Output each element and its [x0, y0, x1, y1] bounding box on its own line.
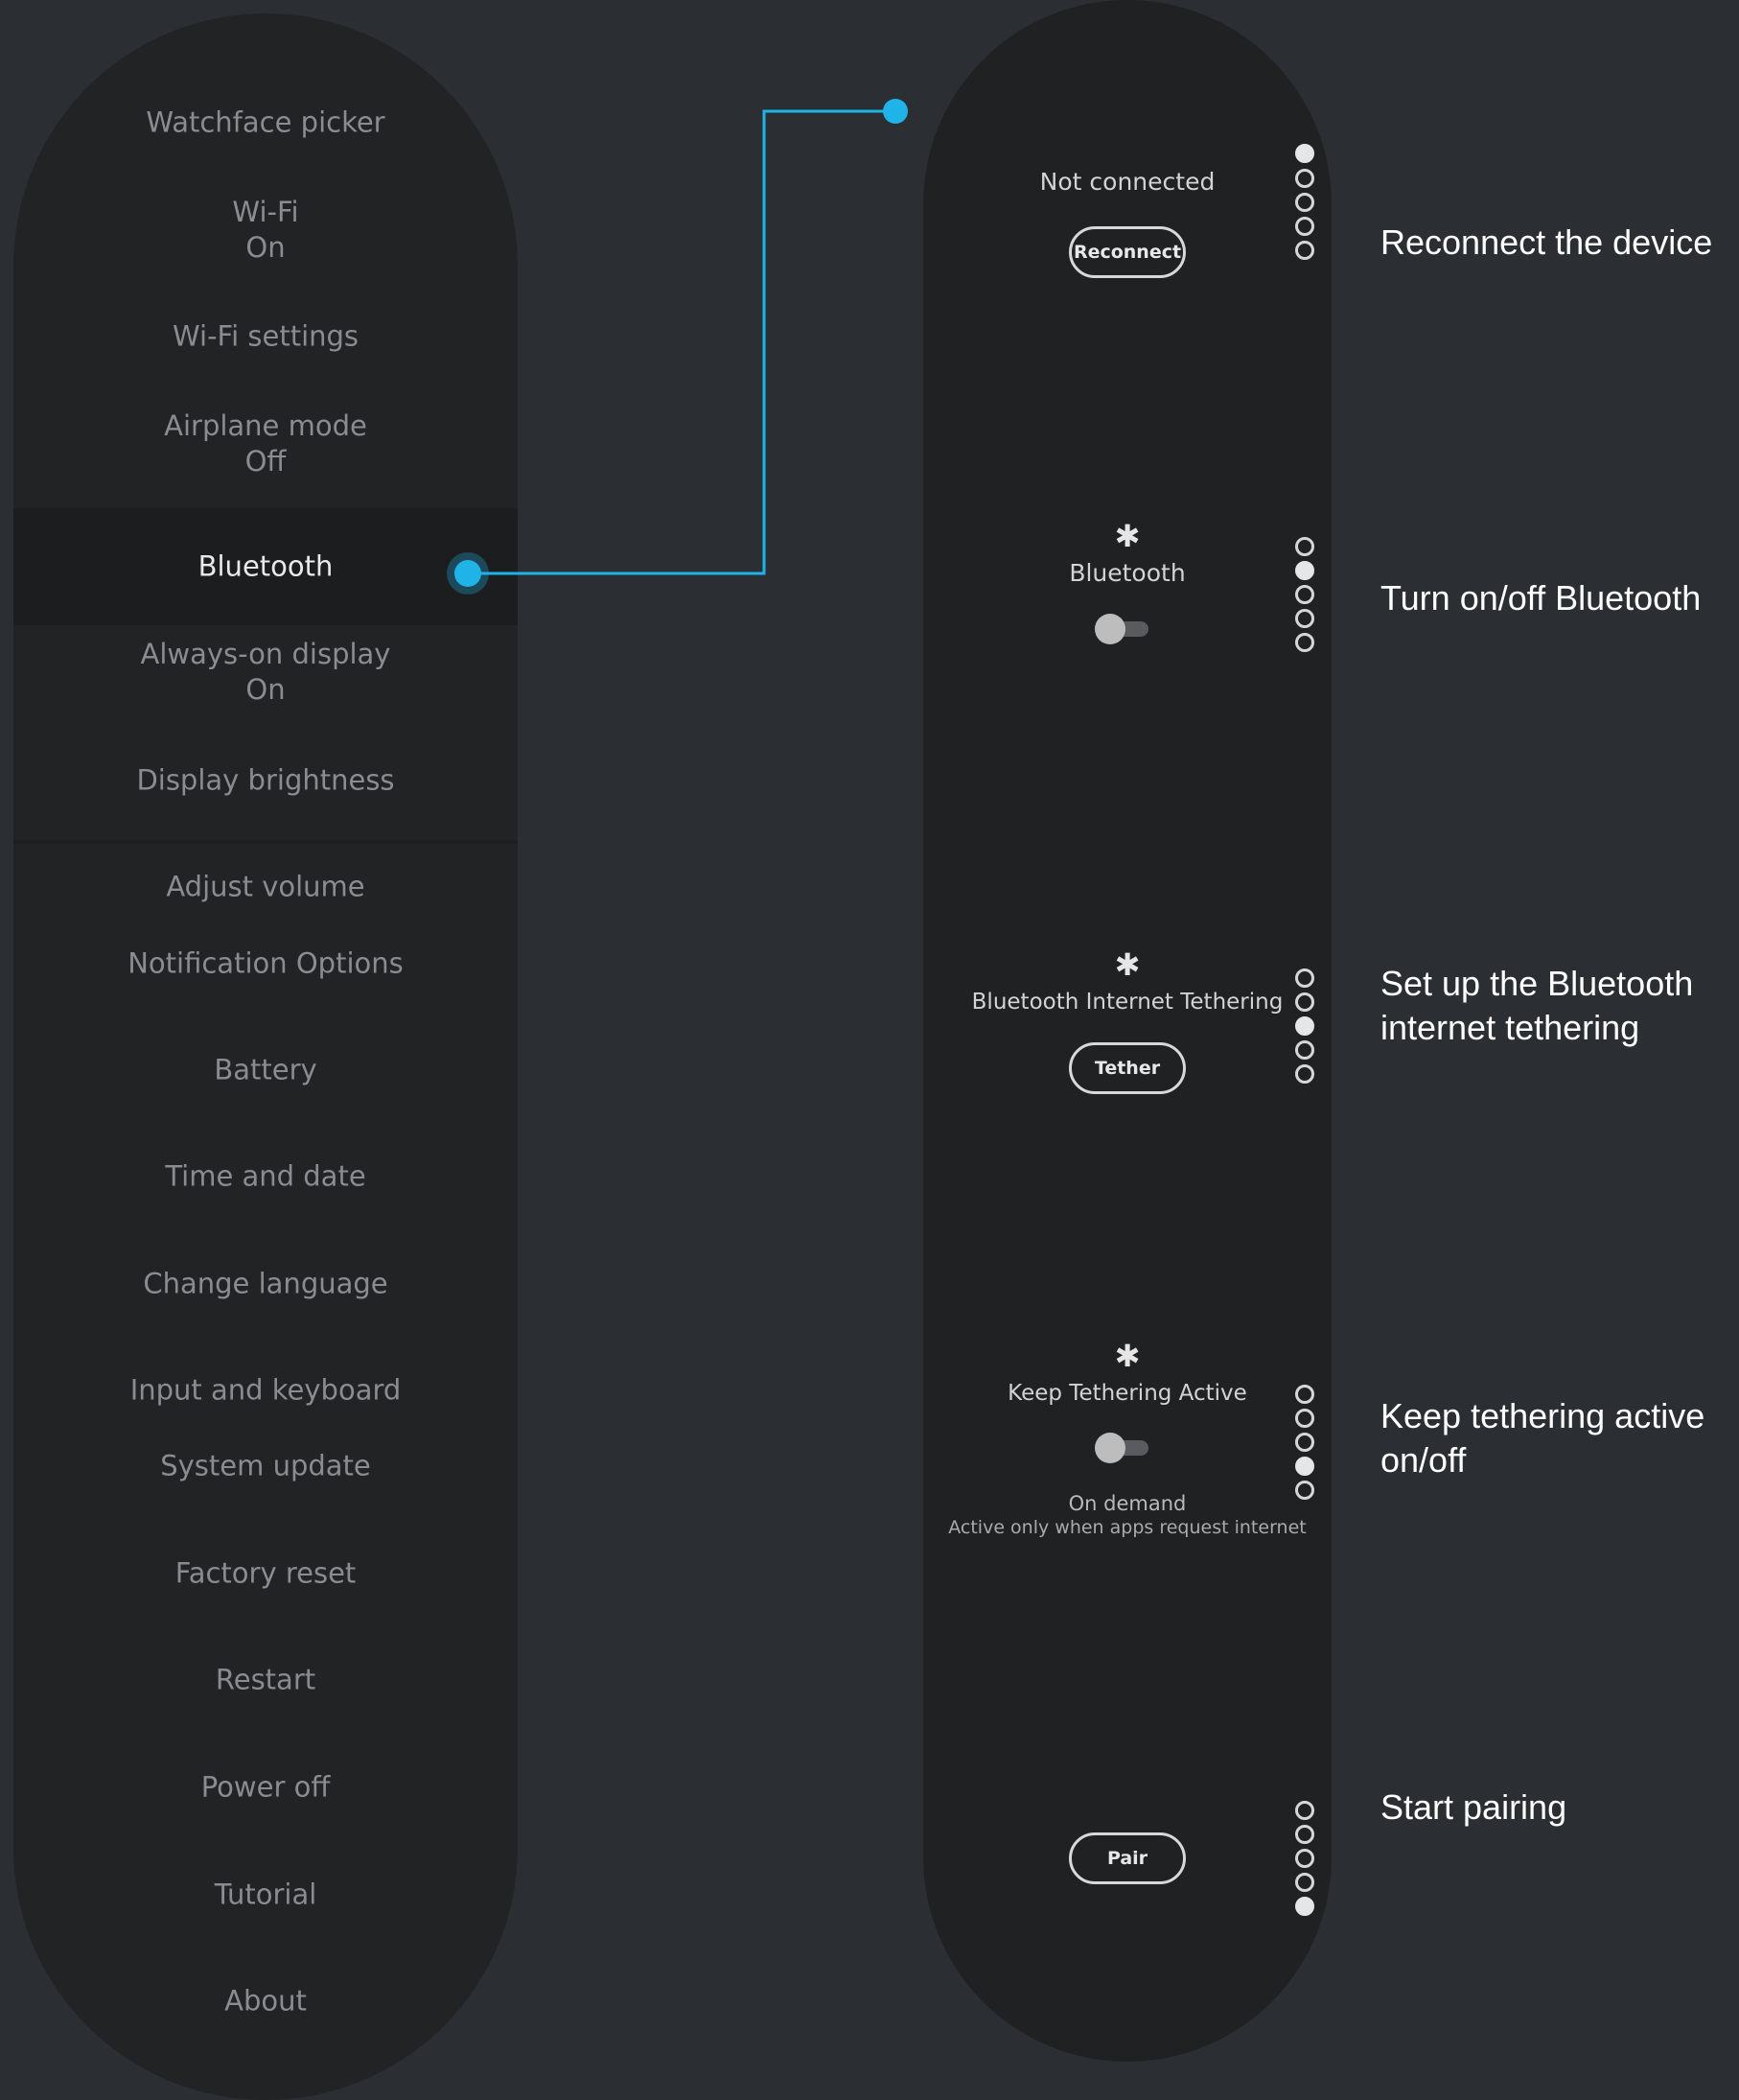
annotation-tethering: Set up the Bluetooth internet tethering: [1380, 964, 1694, 1047]
page-dot: [1295, 1040, 1314, 1060]
connector-start-dot: [454, 560, 481, 587]
bluetooth-icon: ✱: [1114, 946, 1141, 983]
page-dot: [1295, 1064, 1314, 1084]
page-dot: [1295, 1873, 1314, 1892]
page-dot: [1295, 1433, 1314, 1452]
page-dot: [1295, 193, 1314, 212]
bluetooth-icon: ✱: [1114, 1338, 1141, 1374]
page-dot: [1295, 1825, 1314, 1844]
page-dot: [1295, 968, 1314, 988]
tethering-mode: On demand: [1068, 1492, 1187, 1515]
page-dot: [1295, 633, 1314, 652]
keep-tethering-title: Keep Tethering Active: [1008, 1381, 1247, 1406]
page-dot: [1295, 1849, 1314, 1868]
annotation-reconnect: Reconnect the device: [1380, 222, 1713, 262]
connection-status-text: Not connected: [1039, 168, 1216, 196]
reconnect-button[interactable]: Reconnect: [1069, 226, 1186, 278]
toggle-thumb: [1095, 614, 1125, 644]
page-dot: [1295, 561, 1314, 580]
page-dot: [1295, 585, 1314, 604]
bluetooth-title: Bluetooth: [1069, 559, 1186, 587]
annotation-bluetooth: Turn on/off Bluetooth: [1380, 578, 1702, 618]
connector-end-dot: [883, 99, 908, 124]
page-dot: [1295, 241, 1314, 260]
page-dot: [1295, 1897, 1314, 1916]
keep-tethering-toggle[interactable]: [1095, 1433, 1150, 1463]
bluetooth-toggle[interactable]: [1095, 614, 1150, 644]
tether-button[interactable]: Tether: [1069, 1042, 1186, 1094]
page-dot: [1295, 1016, 1314, 1036]
tethering-mode-description: Active only when apps request internet: [948, 1517, 1307, 1538]
tethering-title: Bluetooth Internet Tethering: [971, 990, 1284, 1015]
annotation-keep-active: Keep tethering active on/off: [1380, 1396, 1705, 1480]
page-dot: [1295, 992, 1314, 1012]
bluetooth-icon: ✱: [1114, 518, 1141, 554]
page-dot: [1295, 537, 1314, 556]
page-dot: [1295, 1481, 1314, 1500]
page-dot: [1295, 169, 1314, 188]
annotation-pair: Start pairing: [1380, 1787, 1567, 1827]
pair-button[interactable]: Pair: [1069, 1832, 1186, 1884]
toggle-thumb: [1095, 1433, 1125, 1463]
bluetooth-detail-panel: Not connected Reconnect ✱ Bluetooth ✱ Bl…: [923, 0, 1332, 2062]
page-dot: [1295, 1409, 1314, 1428]
page-dot: [1295, 1457, 1314, 1476]
page-dot: [1295, 609, 1314, 628]
page-dot: [1295, 144, 1314, 163]
page-dot: [1295, 1801, 1314, 1820]
page-dot: [1295, 217, 1314, 236]
page-dot: [1295, 1385, 1314, 1404]
